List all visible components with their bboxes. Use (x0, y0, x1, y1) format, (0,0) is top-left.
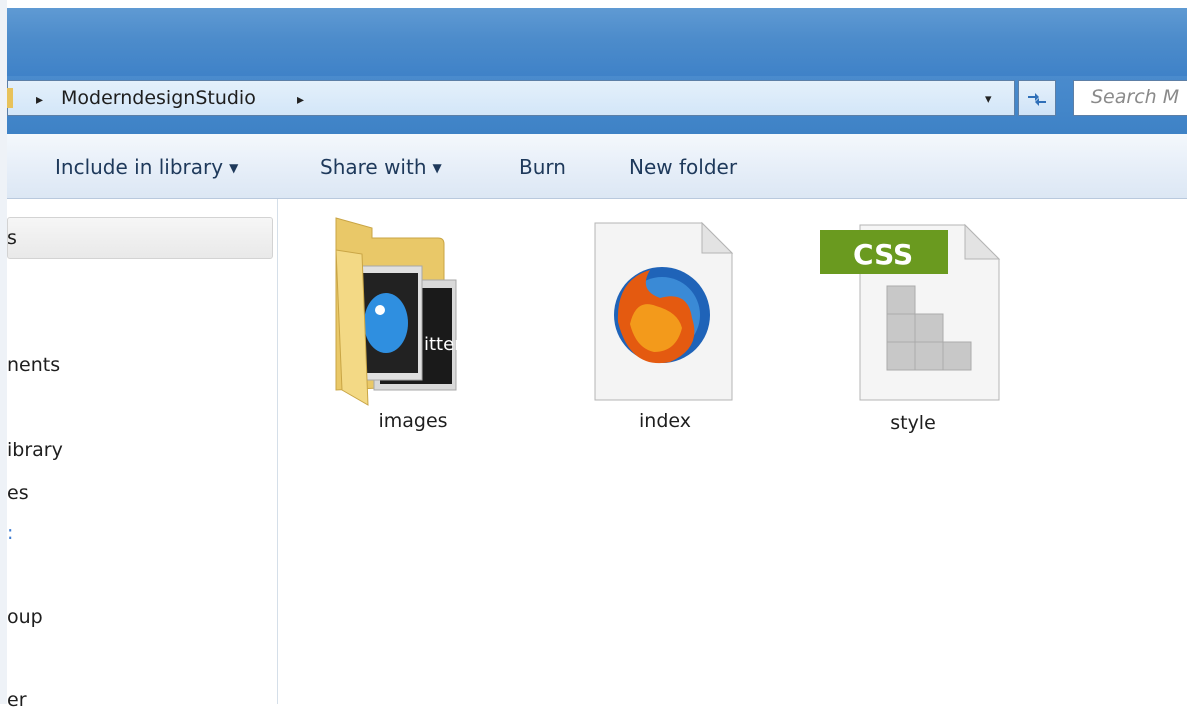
chevron-down-icon: ▼ (229, 161, 239, 175)
chevron-down-icon: ▼ (432, 161, 442, 175)
include-in-library-button[interactable]: Include in library ▼ (55, 155, 238, 179)
nav-item-documents[interactable]: nents (7, 354, 60, 376)
title-bar[interactable] (7, 8, 1187, 76)
nav-item-favorites[interactable]: s (7, 227, 17, 249)
address-dropdown-icon[interactable]: ▾ (985, 92, 992, 107)
css-badge: CSS (853, 238, 914, 271)
file-label-images: images (378, 410, 448, 432)
folder-small-icon (7, 88, 13, 108)
file-item-index[interactable]: index (590, 220, 740, 440)
nav-item-link[interactable]: : (7, 522, 13, 544)
refresh-icon (1028, 93, 1046, 106)
nav-item-selected[interactable] (7, 217, 273, 259)
new-folder-button[interactable]: New folder (629, 155, 737, 179)
file-item-images[interactable]: itter images (328, 210, 488, 440)
burn-button[interactable]: Burn (519, 155, 566, 179)
breadcrumb-moderndesignstudio[interactable]: ModerndesignStudio (61, 87, 256, 109)
search-placeholder: Search M (1091, 86, 1180, 108)
window-top-edge (7, 0, 1187, 8)
nav-item-videos[interactable]: es (7, 482, 29, 504)
include-in-library-label: Include in library (55, 155, 224, 179)
svg-text:itter: itter (424, 334, 462, 355)
folder-icon: itter (335, 217, 462, 406)
refresh-button[interactable] (1018, 80, 1056, 116)
file-item-style[interactable]: CSS style (815, 220, 1005, 440)
window-left-edge (0, 0, 7, 704)
breadcrumb-arrow-icon[interactable]: ▸ (297, 92, 304, 108)
file-label-index: index (639, 410, 691, 432)
file-label-style: style (890, 412, 936, 434)
breadcrumb-arrow-icon[interactable]: ▸ (36, 92, 43, 108)
nav-item-library[interactable]: ibrary (7, 439, 63, 461)
share-with-button[interactable]: Share with ▼ (320, 155, 442, 179)
share-with-label: Share with (320, 155, 427, 179)
nav-item-computer[interactable]: er (7, 689, 27, 711)
firefox-icon (594, 221, 734, 401)
nav-item-homegroup[interactable]: oup (7, 606, 43, 628)
